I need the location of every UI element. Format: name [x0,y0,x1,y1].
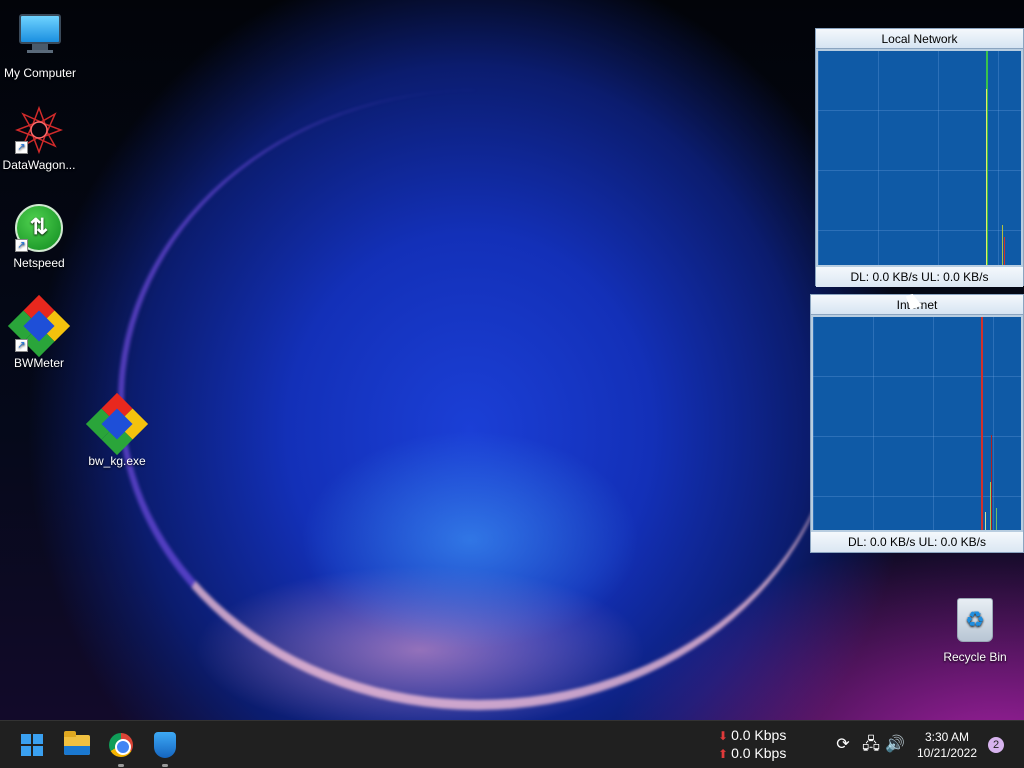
desktop-icon-bw-kg[interactable]: bw_kg.exe [77,392,157,468]
up-arrow-icon: ⬆ [718,747,729,761]
desktop-icon-datawagon[interactable]: ↗ DataWagon... [0,105,79,172]
bwmeter-icon: ↗ [7,294,71,358]
windows-security-icon [154,732,176,758]
internet-widget[interactable]: Internet DL: 0.0 KB/s UL: 0.0 KB/s [810,294,1024,553]
start-icon [21,734,43,756]
file-explorer-icon [64,731,90,755]
local-network-widget[interactable]: Local Network DL: 0.0 KB/s UL: 0.0 KB/s [815,28,1024,287]
download-trace [990,482,991,530]
desktop-icon-recycle-bin[interactable]: ♻ Recycle Bin [935,598,1015,664]
clock-time: 3:30 AM [924,730,970,744]
wallpaper-orb [118,90,838,710]
desktop-icon-my-computer[interactable]: My Computer [0,10,80,80]
volume-icon[interactable]: 🔊 [885,735,905,755]
shortcut-arrow-icon: ↗ [15,141,28,154]
upload-trace [991,435,992,530]
upload-trace [1002,225,1003,265]
download-speed-value: 0.0 Kbps [731,727,787,743]
download-trace [996,508,997,530]
download-peak [986,89,987,265]
clock[interactable]: 3:30 AM 10/21/2022 [912,729,982,761]
bwmeter-icon [85,392,149,456]
shortcut-arrow-icon: ↗ [15,239,28,252]
widget-title[interactable]: Local Network [816,29,1023,49]
sync-icon[interactable]: ⟳ [833,735,853,755]
notification-badge[interactable]: 2 [988,737,1004,753]
desktop-icon-label: Netspeed [13,256,65,270]
chrome-icon [109,733,133,757]
download-speed[interactable]: ⬇ 0.0 Kbps [718,727,786,743]
upload-trace [1004,237,1005,265]
monitor-icon [16,14,64,62]
file-explorer-button[interactable] [61,729,93,761]
desktop-icon-bwmeter[interactable]: ↗ BWMeter [0,294,79,370]
running-indicator [118,764,124,767]
widget-status: DL: 0.0 KB/s UL: 0.0 KB/s [816,267,1023,287]
local-network-graph [816,49,1023,267]
upload-trace [981,317,983,530]
download-trace [985,512,986,530]
desktop-icon-label: DataWagon... [2,158,76,172]
running-indicator [162,764,168,767]
down-arrow-icon: ⬇ [718,729,729,743]
start-button[interactable] [16,729,48,761]
windows-security-button[interactable] [149,729,181,767]
netspeed-icon: ⇅ ↗ [15,204,63,252]
internet-graph [811,315,1023,532]
upload-speed[interactable]: ⬆ 0.0 Kbps [718,745,786,761]
chrome-button[interactable] [105,729,137,767]
desktop-icon-label: My Computer [3,66,77,80]
desktop-icon-label: BWMeter [13,356,64,370]
network-icon[interactable]: 🖧 [861,735,881,755]
clock-date: 10/21/2022 [916,746,978,760]
desktop-icon-label: bw_kg.exe [88,454,146,468]
recycle-bin-icon: ♻ [951,598,999,646]
datawagon-icon: ↗ [14,105,64,155]
desktop-icon-netspeed[interactable]: ⇅ ↗ Netspeed [0,204,79,270]
upload-speed-value: 0.0 Kbps [731,745,787,761]
desktop-icon-label: Recycle Bin [943,650,1007,664]
taskbar: ⬇ 0.0 Kbps ⬆ 0.0 Kbps ⟳ 🖧 🔊 3:30 AM 10/21/… [0,720,1024,768]
shortcut-arrow-icon: ↗ [15,339,28,352]
widget-status: DL: 0.0 KB/s UL: 0.0 KB/s [811,532,1023,552]
